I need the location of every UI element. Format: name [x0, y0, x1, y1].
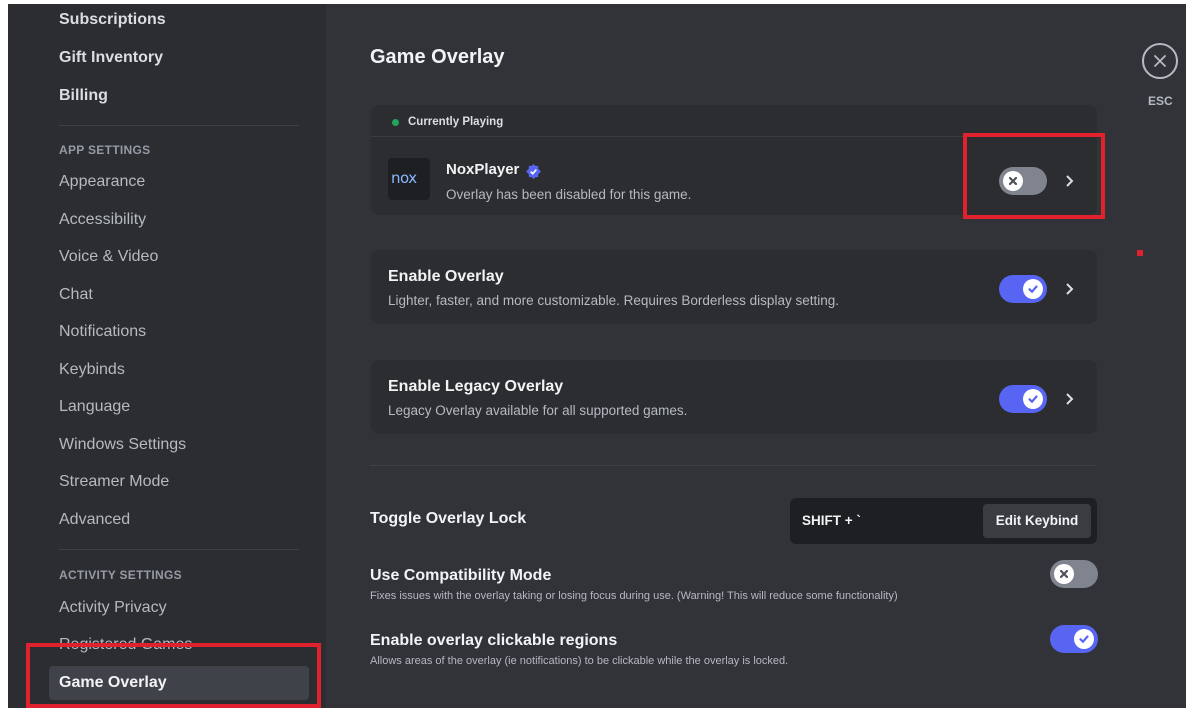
- toggle-knob: [1023, 389, 1043, 409]
- sidebar-header-app-settings: APP SETTINGS: [59, 143, 151, 157]
- check-icon: [1028, 285, 1038, 294]
- sidebar-header-activity-settings: ACTIVITY SETTINGS: [59, 568, 182, 582]
- legacy-overlay-title: Enable Legacy Overlay: [388, 378, 564, 395]
- sidebar-item-language[interactable]: Language: [49, 390, 309, 424]
- close-button[interactable]: [1142, 43, 1178, 79]
- annotation-highlight-toggle: [963, 133, 1105, 219]
- enable-overlay-toggle[interactable]: [999, 275, 1047, 303]
- sidebar-item-advanced[interactable]: Advanced: [49, 503, 309, 537]
- check-icon: [1079, 635, 1089, 644]
- esc-label: ESC: [1148, 94, 1173, 108]
- sidebar-item-accessibility[interactable]: Accessibility: [49, 203, 309, 237]
- overlay-lock-title: Toggle Overlay Lock: [370, 510, 527, 527]
- sidebar-item-keybinds[interactable]: Keybinds: [49, 353, 309, 387]
- sidebar-item-gift-inventory[interactable]: Gift Inventory: [49, 41, 309, 75]
- sidebar-item-streamer-mode[interactable]: Streamer Mode: [49, 465, 309, 499]
- legacy-overlay-card: Enable Legacy Overlay Legacy Overlay ava…: [371, 360, 1097, 434]
- compatibility-mode-title: Use Compatibility Mode: [370, 567, 552, 584]
- game-overlay-status: Overlay has been disabled for this game.: [446, 187, 692, 202]
- sidebar-item-billing[interactable]: Billing: [49, 79, 309, 113]
- toggle-knob: [1023, 279, 1043, 299]
- game-logo-text: nox: [391, 169, 417, 187]
- currently-playing-label: Currently Playing: [408, 116, 504, 128]
- enable-overlay-card: Enable Overlay Lighter, faster, and more…: [371, 250, 1097, 324]
- page-title: Game Overlay: [370, 46, 505, 68]
- sidebar-item-chat[interactable]: Chat: [49, 278, 309, 312]
- clickable-regions-description: Allows areas of the overlay (ie notifica…: [370, 655, 789, 667]
- sidebar-item-windows-settings[interactable]: Windows Settings: [49, 428, 309, 462]
- enable-overlay-description: Lighter, faster, and more customizable. …: [388, 293, 839, 308]
- sidebar-item-activity-privacy[interactable]: Activity Privacy: [49, 591, 309, 625]
- game-logo: nox: [388, 158, 430, 200]
- chevron-right-icon[interactable]: [1061, 281, 1077, 297]
- annotation-highlight-sidebar: [26, 643, 321, 708]
- edit-keybind-button[interactable]: Edit Keybind: [983, 504, 1091, 538]
- sidebar-item-notifications[interactable]: Notifications: [49, 315, 309, 349]
- sidebar-item-subscriptions[interactable]: Subscriptions: [49, 4, 309, 37]
- enable-overlay-title: Enable Overlay: [388, 268, 504, 285]
- compatibility-mode-description: Fixes issues with the overlay taking or …: [370, 590, 898, 602]
- green-dot-icon: [392, 119, 399, 126]
- keybind-value: SHIFT + `: [802, 513, 861, 528]
- close-icon: [1154, 55, 1166, 67]
- sidebar-item-appearance[interactable]: Appearance: [49, 165, 309, 199]
- chevron-right-icon[interactable]: [1061, 391, 1077, 407]
- game-name: NoxPlayer: [446, 161, 520, 178]
- app-window: Subscriptions Gift Inventory Billing APP…: [0, 0, 1186, 708]
- compatibility-mode-toggle[interactable]: [1050, 560, 1098, 588]
- legacy-overlay-description: Legacy Overlay available for all support…: [388, 403, 688, 418]
- verified-badge-icon: [526, 164, 541, 184]
- settings-sidebar: Subscriptions Gift Inventory Billing APP…: [8, 4, 326, 708]
- settings-content: Game Overlay Currently Playing nox NoxPl…: [326, 4, 1186, 708]
- section-divider: [370, 465, 1097, 466]
- x-icon: [1059, 569, 1069, 579]
- keybind-recorder[interactable]: SHIFT + ` Edit Keybind: [790, 498, 1097, 544]
- sidebar-divider: [59, 125, 299, 126]
- sidebar-divider: [59, 549, 299, 550]
- sidebar-item-voice-video[interactable]: Voice & Video: [49, 240, 309, 274]
- clickable-regions-title: Enable overlay clickable regions: [370, 632, 618, 649]
- annotation-dot: [1137, 250, 1143, 256]
- clickable-regions-toggle[interactable]: [1050, 625, 1098, 653]
- legacy-overlay-toggle[interactable]: [999, 385, 1047, 413]
- toggle-knob: [1074, 629, 1094, 649]
- toggle-knob: [1054, 564, 1074, 584]
- check-icon: [1028, 395, 1038, 404]
